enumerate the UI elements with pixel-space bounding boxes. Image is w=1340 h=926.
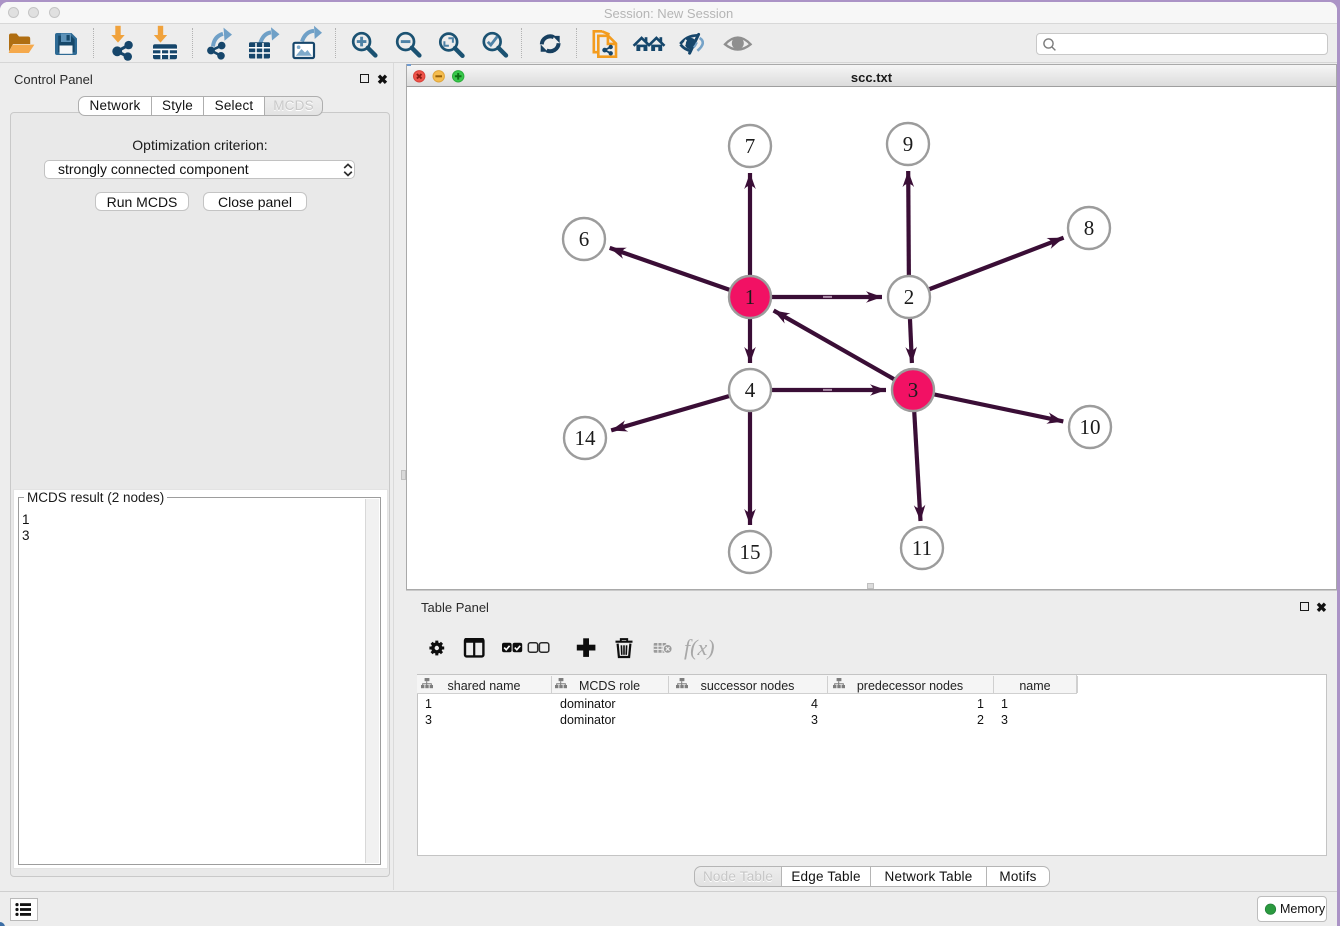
svg-text:15: 15 (740, 540, 761, 564)
svg-text:3: 3 (908, 378, 919, 402)
svg-text:9: 9 (903, 132, 914, 156)
svg-text:8: 8 (1084, 216, 1095, 240)
svg-text:11: 11 (912, 536, 932, 560)
svg-text:4: 4 (745, 378, 756, 402)
svg-text:2: 2 (904, 285, 915, 309)
svg-text:1: 1 (745, 285, 756, 309)
svg-text:14: 14 (575, 426, 597, 450)
svg-text:10: 10 (1080, 415, 1101, 439)
svg-text:6: 6 (579, 227, 590, 251)
svg-text:7: 7 (745, 134, 756, 158)
svg-text:f(x): f(x) (684, 635, 715, 660)
